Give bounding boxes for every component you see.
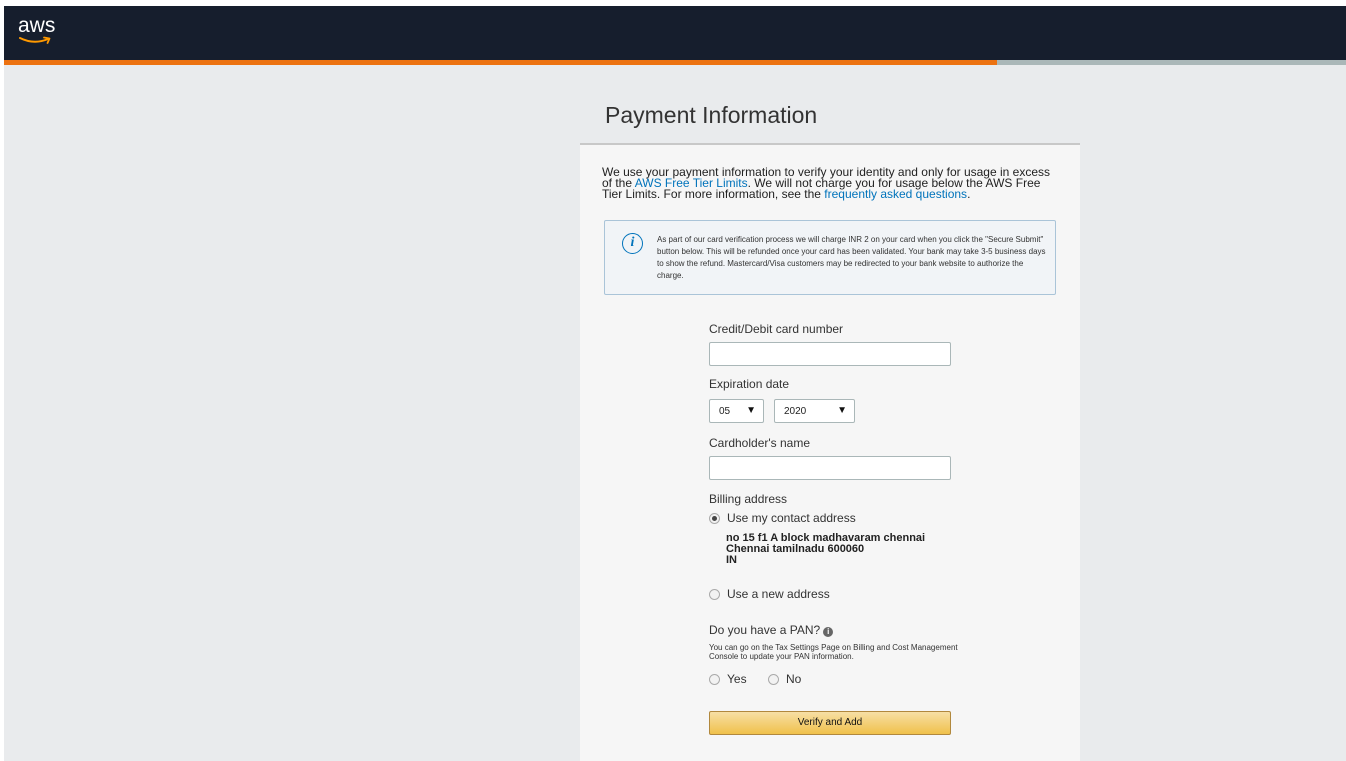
expiration-month-value: 05 (719, 406, 731, 417)
aws-logo-text: aws (18, 14, 56, 37)
info-icon: i (622, 233, 643, 254)
pan-question: Do you have a PAN? i (709, 623, 834, 637)
info-icon[interactable]: i (823, 627, 834, 637)
use-new-address-option[interactable]: Use a new address (709, 587, 830, 601)
billing-address-label: Billing address (709, 492, 788, 506)
faq-link[interactable]: frequently asked questions (824, 187, 967, 201)
pan-yes-option[interactable]: Yes (709, 672, 747, 686)
top-navigation-bar: aws (4, 6, 1346, 60)
use-new-address-radio[interactable] (709, 588, 720, 600)
signup-progress-bar (4, 60, 1346, 65)
use-new-address-label: Use a new address (727, 587, 830, 601)
contact-address: no 15 f1 A block madhavaram chennai Chen… (726, 533, 925, 566)
use-contact-address-option[interactable]: Use my contact address (709, 511, 856, 525)
expiration-year-value: 2020 (784, 406, 807, 417)
expiration-year-select[interactable]: 2020 ▼ (774, 399, 855, 423)
pan-yes-label: Yes (727, 672, 747, 686)
card-number-input[interactable] (709, 342, 951, 366)
signup-progress-fill (4, 60, 998, 65)
page-title: Payment Information (605, 102, 818, 128)
address-line-2: Chennai tamilnadu 600060 (726, 543, 865, 555)
pan-question-text: Do you have a PAN? (709, 623, 821, 637)
pan-no-label: No (786, 672, 802, 686)
cardholder-name-label: Cardholder's name (709, 436, 811, 450)
expiration-date-label: Expiration date (709, 377, 790, 391)
expiration-month-select[interactable]: 05 ▼ (709, 399, 764, 423)
verify-and-add-button[interactable]: Verify and Add (709, 711, 951, 735)
aws-logo[interactable]: aws (18, 14, 58, 50)
pan-yes-radio[interactable] (709, 673, 720, 685)
aws-smile-icon (19, 36, 51, 44)
use-contact-address-label: Use my contact address (727, 511, 856, 525)
use-contact-address-radio[interactable] (709, 512, 720, 524)
card-verification-notice: i As part of our card verification proce… (604, 220, 1056, 295)
intro-text-3: . (967, 187, 971, 201)
pan-note: You can go on the Tax Settings Page on B… (709, 643, 958, 661)
dropdown-arrow-icon: ▼ (837, 405, 847, 416)
pan-no-radio[interactable] (768, 673, 779, 685)
cardholder-name-input[interactable] (709, 456, 951, 480)
payment-form-card: We use your payment information to verif… (580, 143, 1080, 761)
card-verification-text: As part of our card verification process… (657, 235, 1046, 280)
card-number-label: Credit/Debit card number (709, 322, 844, 336)
intro-paragraph: We use your payment information to verif… (602, 166, 1062, 201)
dropdown-arrow-icon: ▼ (746, 405, 756, 416)
address-line-3: IN (726, 554, 737, 566)
page-frame: aws Payment Information We use your paym… (4, 6, 1346, 761)
pan-no-option[interactable]: No (768, 672, 801, 686)
